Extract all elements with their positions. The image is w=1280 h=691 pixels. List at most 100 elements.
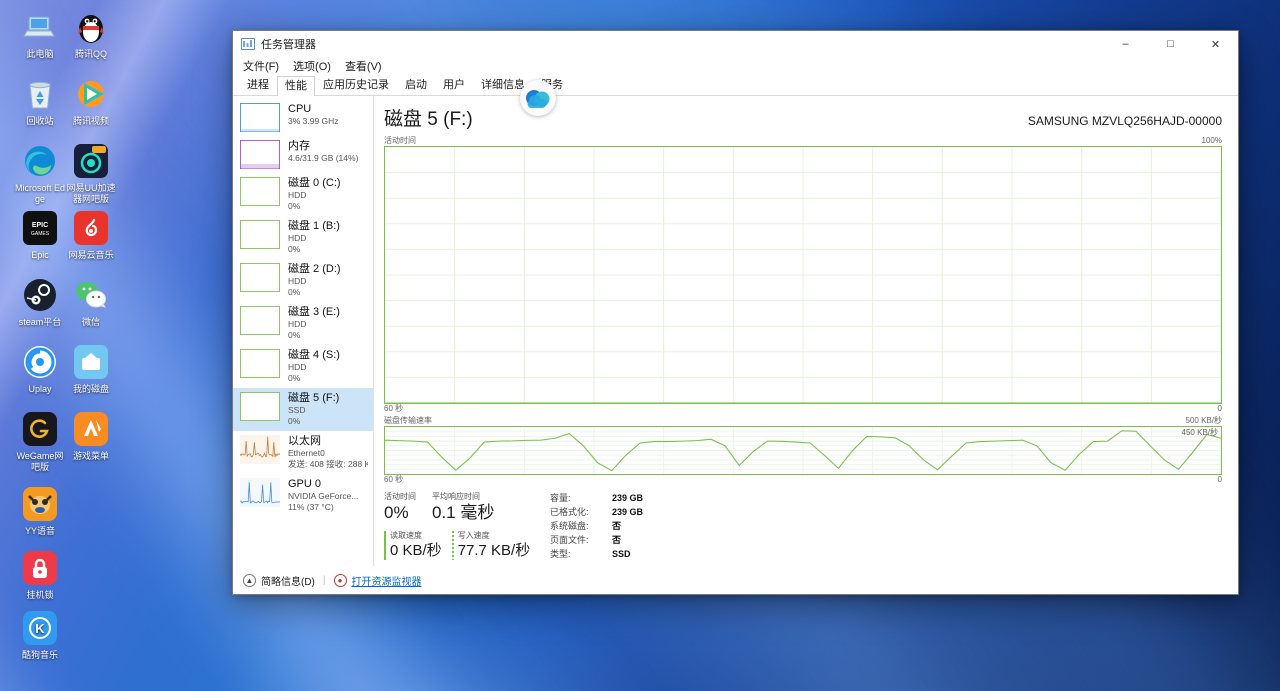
fewer-details-button[interactable]: ▲ 简略信息(D) <box>243 573 315 588</box>
performance-sidebar[interactable]: CPU 3% 3.99 GHz 内存 4.6/31.9 GB (14%) 磁盘 0 (C… <box>233 96 374 566</box>
sidebar-item-1[interactable]: 内存 4.6/31.9 GB (14%) <box>233 136 373 173</box>
sidebar-item-sub2: 0% <box>288 330 368 341</box>
sidebar-item-name: 内存 <box>288 140 368 153</box>
desktop-icon-label: 回收站 <box>14 116 66 127</box>
desktop-icon-yy-voice[interactable]: YY语音 <box>14 485 66 537</box>
desktop-icon-my-disk[interactable]: 我的磁盘 <box>65 343 117 395</box>
desktop-icon-qq-penguin[interactable]: 腾讯QQ <box>65 8 117 60</box>
disk-performance-pane: 磁盘 5 (F:) SAMSUNG MZVLQ256HAJD-00000 活动时… <box>374 96 1238 566</box>
desktop-icon-uu-booster[interactable]: 网易UU加速器网吧版 <box>65 142 117 205</box>
tab-3[interactable]: 启动 <box>397 75 435 95</box>
sidebar-item-sub1: HDD <box>288 319 368 330</box>
fewer-details-label: 简略信息(D) <box>261 573 315 588</box>
desktop-icon-tencent-video[interactable]: 腾讯视频 <box>65 75 117 127</box>
stats-labels-row: 活动时间 0% 平均响应时间 0.1 毫秒 <box>384 491 532 524</box>
chart-transfer-header: 磁盘传输速率 500 KB/秒 <box>384 416 1222 426</box>
details-key: 已格式化: <box>550 505 612 519</box>
sidebar-item-sub1: SSD <box>288 405 368 416</box>
desktop-icon-game-menu[interactable]: 游戏菜单 <box>65 410 117 462</box>
chart-transfer-footer: 60 秒 0 <box>384 475 1222 485</box>
desktop-icon-label: 网易云音乐 <box>65 250 117 261</box>
chart-transfer-min: 0 <box>1218 475 1222 485</box>
chart-activetime-caption: 活动时间 <box>384 136 416 146</box>
desktop-icon-wechat[interactable]: 微信 <box>65 276 117 328</box>
desktop-icon-wegame[interactable]: WeGame网吧版 <box>14 410 66 473</box>
sidebar-item-name: 磁盘 1 (B:) <box>288 220 368 233</box>
desktop-icon-label: 微信 <box>65 317 117 328</box>
desktop-icon-steam[interactable]: steam平台 <box>14 276 66 328</box>
menu-item-1[interactable]: 选项(O) <box>293 58 331 74</box>
read-speed-bar <box>384 531 386 560</box>
tab-4[interactable]: 用户 <box>435 75 473 95</box>
sidebar-item-0[interactable]: CPU 3% 3.99 GHz <box>233 99 373 136</box>
details-row: 类型: SSD <box>550 547 643 561</box>
sidebar-item-7[interactable]: 磁盘 5 (F:) SSD 0% <box>233 388 373 431</box>
details-key: 类型: <box>550 547 612 561</box>
ethernet-thumb <box>240 435 280 464</box>
details-row: 已格式化: 239 GB <box>550 505 643 519</box>
disk-thumb <box>240 220 280 249</box>
menu-item-0[interactable]: 文件(F) <box>243 58 279 74</box>
pane-header: 磁盘 5 (F:) SAMSUNG MZVLQ256HAJD-00000 <box>384 104 1222 131</box>
avg-response-label: 平均响应时间 <box>432 491 494 502</box>
desktop-icon-label: 腾讯QQ <box>65 49 117 60</box>
sidebar-item-name: 磁盘 4 (S:) <box>288 349 368 362</box>
details-key: 系统磁盘: <box>550 519 612 533</box>
tab-1[interactable]: 性能 <box>277 76 315 96</box>
close-button[interactable]: ✕ <box>1193 31 1238 57</box>
tab-0[interactable]: 进程 <box>239 75 277 95</box>
sidebar-item-4[interactable]: 磁盘 2 (D:) HDD 0% <box>233 259 373 302</box>
sidebar-item-name: 磁盘 0 (C:) <box>288 177 368 190</box>
sidebar-item-6[interactable]: 磁盘 4 (S:) HDD 0% <box>233 345 373 388</box>
epic-games-icon: EPIC GAMES <box>21 209 59 247</box>
disk-thumb <box>240 177 280 206</box>
desktop-icon-computer[interactable]: 此电脑 <box>14 8 66 60</box>
sidebar-item-name: 磁盘 3 (E:) <box>288 306 368 319</box>
desktop-icon-label: Uplay <box>14 384 66 395</box>
sidebar-item-sub1: 4.6/31.9 GB (14%) <box>288 153 368 164</box>
desktop-icon-edge[interactable]: Microsoft Edge <box>14 142 66 205</box>
desktop-icon-recycle-bin[interactable]: 回收站 <box>14 75 66 127</box>
my-disk-icon <box>72 343 110 381</box>
desktop-icon-uplay[interactable]: Uplay <box>14 343 66 395</box>
chart-activetime-max: 100% <box>1202 136 1222 146</box>
minimize-button[interactable]: – <box>1103 31 1148 57</box>
sidebar-item-name: 磁盘 5 (F:) <box>288 392 368 405</box>
sidebar-item-2[interactable]: 磁盘 0 (C:) HDD 0% <box>233 173 373 216</box>
sidebar-item-sub1: Ethernet0 <box>288 448 368 459</box>
task-manager-icon <box>241 37 255 51</box>
chart-transfer-graph: 450 KB/秒 <box>384 426 1222 475</box>
read-speed-value: 0 KB/秒 <box>390 541 442 561</box>
footer-separator: | <box>323 575 326 586</box>
desktop-icon-epic-games[interactable]: EPIC GAMES Epic <box>14 209 66 261</box>
active-time-label: 活动时间 <box>384 491 432 502</box>
kugou-music-icon: K <box>21 609 59 647</box>
qq-penguin-icon <box>72 8 110 46</box>
menu-item-2[interactable]: 查看(V) <box>345 58 382 74</box>
desktop-icon-kugou-music[interactable]: K 酷狗音乐 <box>14 609 66 661</box>
sidebar-item-sub2: 0% <box>288 244 368 255</box>
uu-booster-icon <box>72 142 110 180</box>
disk-thumb <box>240 392 280 421</box>
desktop-icon-label: steam平台 <box>14 317 66 328</box>
open-resource-monitor-button[interactable]: ● 打开资源监视器 <box>334 573 422 588</box>
tab-2[interactable]: 应用历史记录 <box>315 75 397 95</box>
sidebar-item-8[interactable]: 以太网 Ethernet0 发送: 408 接收: 288 Kl <box>233 431 373 474</box>
desktop-icon-idle-lock[interactable]: 挂机锁 <box>14 549 66 601</box>
active-time-value: 0% <box>384 502 432 524</box>
idle-lock-icon <box>21 549 59 587</box>
sidebar-item-3[interactable]: 磁盘 1 (B:) HDD 0% <box>233 216 373 259</box>
sidebar-item-9[interactable]: GPU 0 NVIDIA GeForce... 11% (37 °C) <box>233 474 373 517</box>
desktop-icon-label: 游戏菜单 <box>65 451 117 462</box>
disk-thumb <box>240 306 280 335</box>
write-speed-bar <box>452 531 454 560</box>
desktop-icon-label: 此电脑 <box>14 49 66 60</box>
maximize-button[interactable]: □ <box>1148 31 1193 57</box>
sidebar-item-name: CPU <box>288 103 368 116</box>
desktop-icon-netease-music[interactable]: 网易云音乐 <box>65 209 117 261</box>
sidebar-item-sub1: HDD <box>288 362 368 373</box>
sidebar-item-5[interactable]: 磁盘 3 (E:) HDD 0% <box>233 302 373 345</box>
desktop-icon-label: WeGame网吧版 <box>14 451 66 473</box>
page-title: 磁盘 5 (F:) <box>384 104 473 131</box>
cpu-thumb <box>240 103 280 132</box>
